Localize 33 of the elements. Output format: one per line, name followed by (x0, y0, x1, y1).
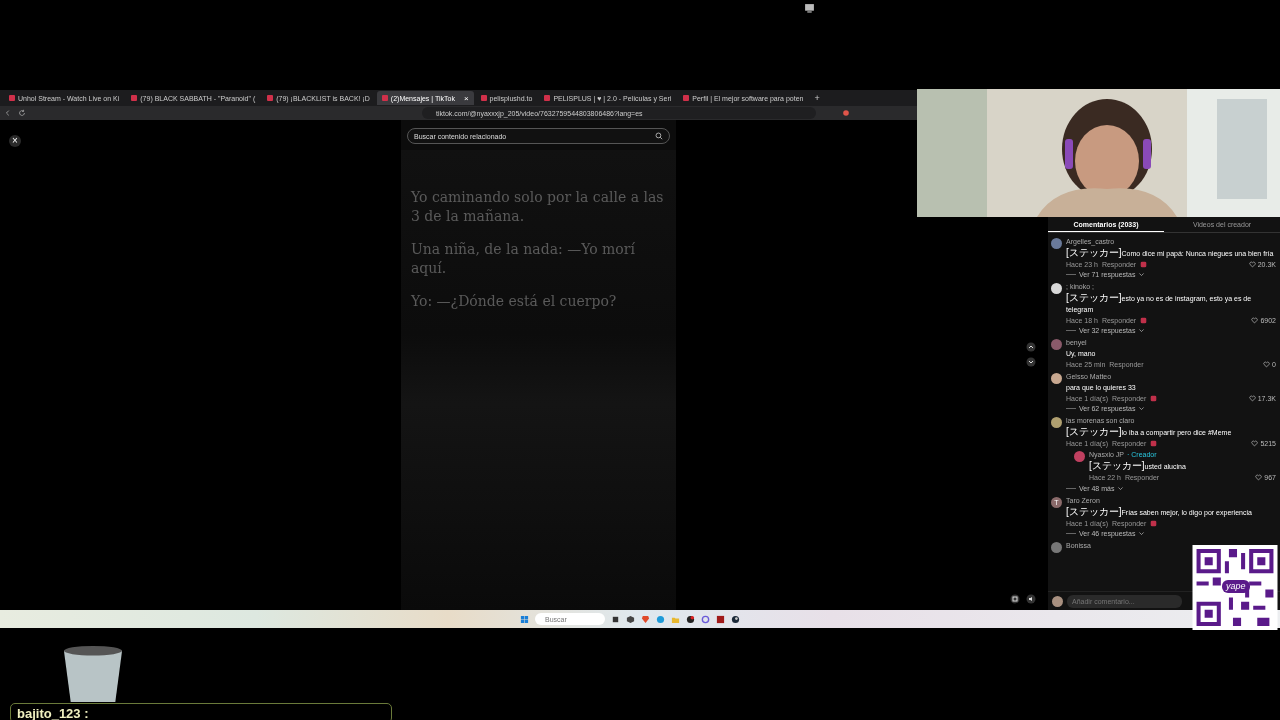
windows-icon[interactable] (520, 614, 529, 624)
caret-icon[interactable] (1138, 327, 1146, 334)
video-caption: Yo: —¿Dónde está el cuerpo? (411, 292, 618, 311)
picture-in-picture-icon[interactable] (1010, 594, 1020, 604)
caret-icon[interactable] (1138, 271, 1146, 278)
caret-icon[interactable] (1138, 530, 1146, 537)
search-icon[interactable] (655, 132, 663, 140)
back-icon[interactable] (4, 109, 12, 117)
app-icon[interactable] (686, 614, 695, 624)
up-arrow-icon[interactable] (1026, 342, 1036, 352)
video-caption: Una niña, de la nada: —Yo morí aquí. (411, 240, 636, 278)
avatar (1052, 595, 1063, 607)
video-caption: Yo caminando solo por la calle a las 3 de la mañana. (411, 188, 665, 226)
heart-icon[interactable] (1251, 317, 1259, 324)
chat-message: bajito_123 : (17, 706, 89, 720)
new-tab-button[interactable]: + (810, 93, 824, 103)
heart-icon[interactable] (1263, 361, 1271, 368)
volume-icon[interactable] (1026, 594, 1036, 604)
down-arrow-icon[interactable] (1026, 357, 1036, 367)
reload-icon[interactable] (18, 109, 26, 117)
game-icon[interactable] (716, 614, 725, 624)
heart-icon[interactable] (1248, 261, 1256, 268)
heart-icon[interactable] (1255, 474, 1263, 481)
cup-drawing (62, 644, 124, 703)
heart-icon[interactable] (1248, 395, 1256, 402)
heart-icon[interactable] (1251, 440, 1259, 447)
caret-icon[interactable] (1117, 485, 1125, 492)
caret-icon[interactable] (1138, 405, 1146, 412)
app-icon (804, 3, 815, 14)
qr-logo: yape (1222, 580, 1250, 593)
extension-icon[interactable] (842, 109, 850, 117)
steam-icon[interactable] (731, 614, 740, 624)
close-button[interactable]: × (9, 135, 21, 147)
